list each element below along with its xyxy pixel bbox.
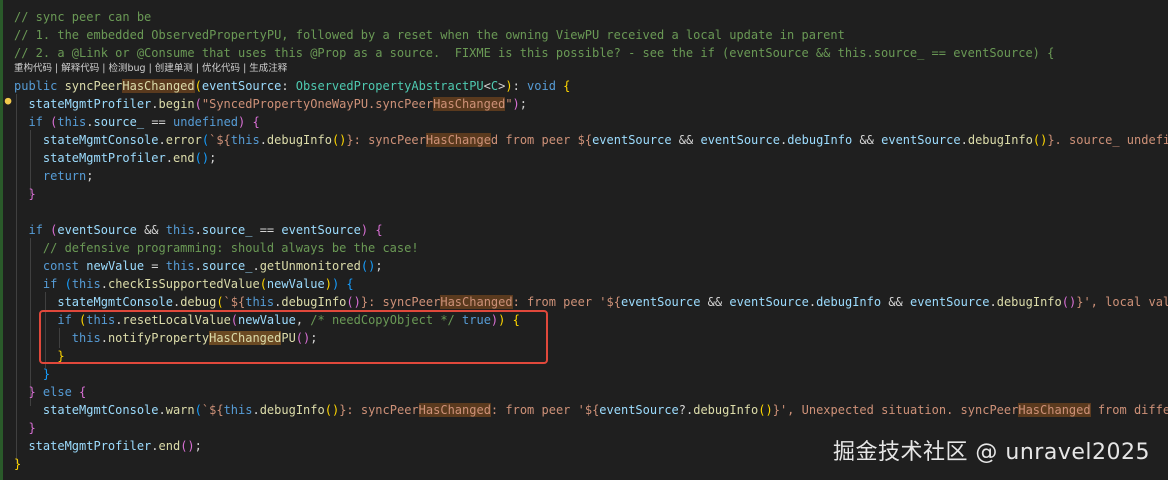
comment-text: // 2. a @Link or @Consume that uses this… [14, 46, 1055, 60]
code-line-4[interactable]: public syncPeerHasChanged(eventSource: O… [0, 77, 1168, 95]
code-line-21[interactable]: } else { [0, 383, 1168, 401]
code-line-14[interactable]: const newValue = this.source_.getUnmonit… [0, 257, 1168, 275]
code-line-13[interactable]: // defensive programming: should always … [0, 239, 1168, 257]
code-line-9[interactable]: return; [0, 167, 1168, 185]
code-line-20[interactable]: } [0, 365, 1168, 383]
annotation-highlight-box [39, 310, 548, 364]
code-line-16[interactable]: stateMgmtConsole.debug(`${this.debugInfo… [0, 293, 1168, 311]
comment-text: // 1. the embedded ObservedPropertyPU, f… [14, 28, 845, 42]
code-editor[interactable]: // sync peer can be // 1. the embedded O… [0, 0, 1168, 480]
code-line-3[interactable]: // 2. a @Link or @Consume that uses this… [0, 44, 1168, 62]
code-line-12[interactable]: if (eventSource && this.source_ == event… [0, 221, 1168, 239]
codelens-actions[interactable]: 重构代码 | 解释代码 | 检测bug | 创建单测 | 优化代码 | 生成注释 [14, 62, 287, 76]
code-line-1[interactable]: // sync peer can be [0, 8, 1168, 26]
profiler-begin: stateMgmtProfiler.begin("SyncedPropertyO… [28, 97, 528, 111]
code-line-2[interactable]: // 1. the embedded ObservedPropertyPU, f… [0, 26, 1168, 44]
code-line-6[interactable]: if (this.source_ == undefined) { [0, 113, 1168, 131]
code-line-22[interactable]: stateMgmtConsole.warn(`${this.debugInfo(… [0, 401, 1168, 419]
watermark-text: 掘金技术社区 @ unravel2025 [832, 440, 1150, 465]
code-line-10[interactable]: } [0, 185, 1168, 203]
code-line-5[interactable]: stateMgmtProfiler.begin("SyncedPropertyO… [0, 95, 1168, 113]
code-line-7[interactable]: stateMgmtConsole.error(`${this.debugInfo… [0, 131, 1168, 149]
code-line-15[interactable]: if (this.checkIsSupportedValue(newValue)… [0, 275, 1168, 293]
comment-text: // sync peer can be [14, 10, 152, 24]
function-signature: public syncPeerHasChanged(eventSource: O… [14, 79, 571, 93]
code-line-8[interactable]: stateMgmtProfiler.end(); [0, 149, 1168, 167]
